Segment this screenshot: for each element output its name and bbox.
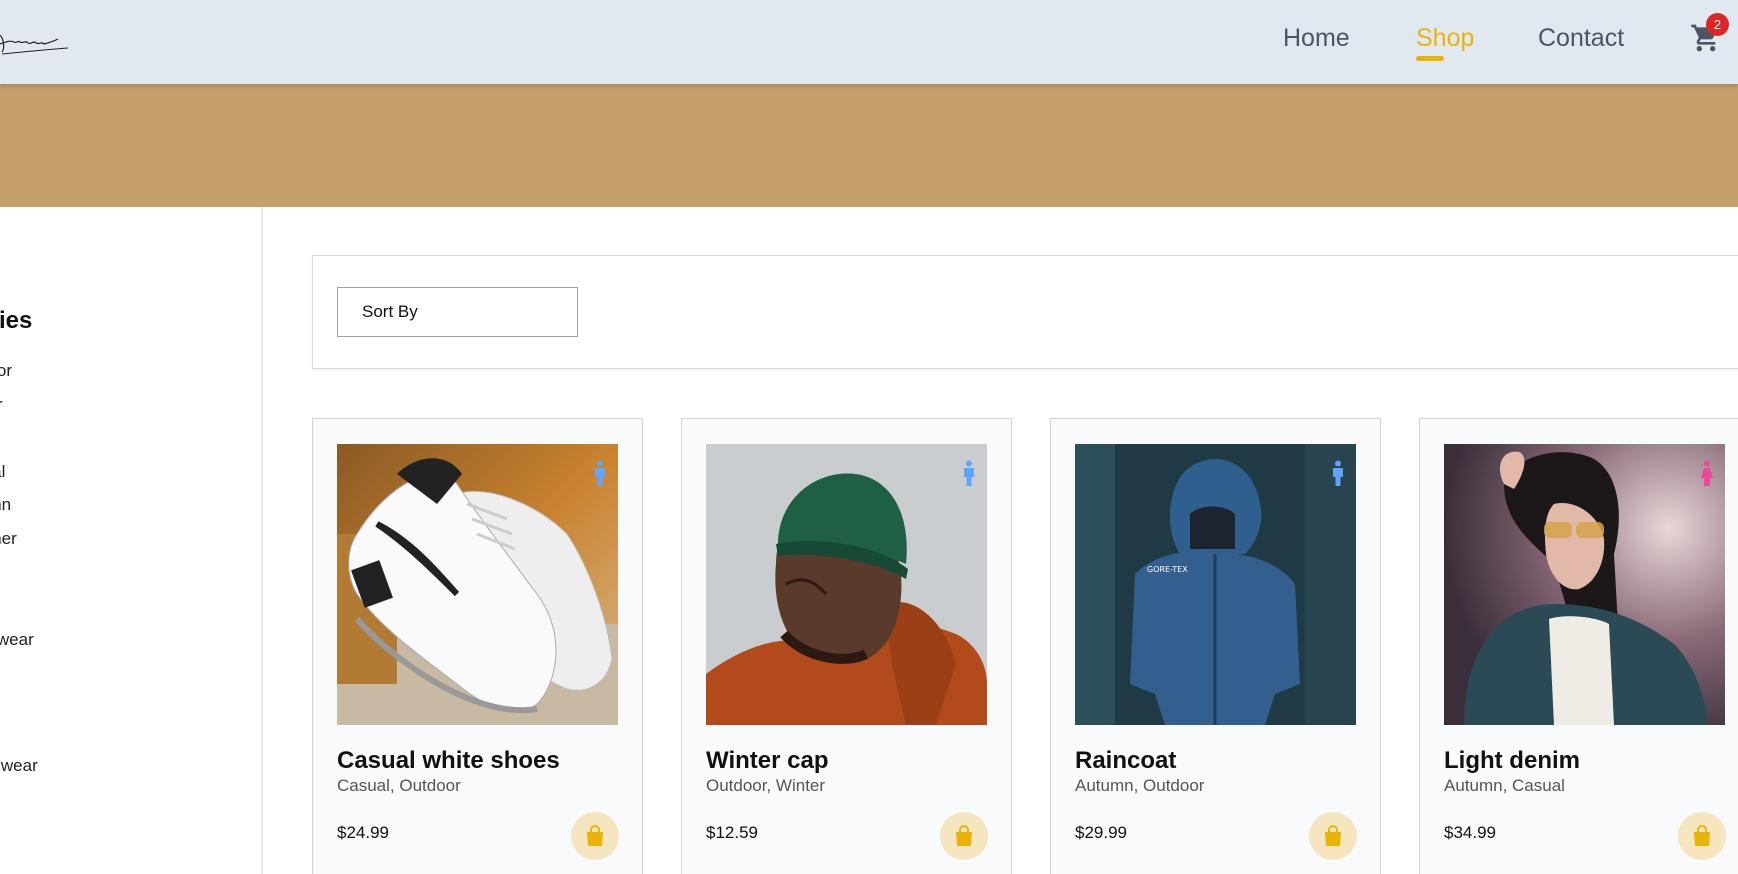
sort-by-select[interactable]: Sort By — [337, 287, 578, 337]
category-item[interactable]: ual — [0, 421, 34, 455]
product-tags: Outdoor, Winter — [706, 776, 826, 795]
product-image-woman-denim-jacket[interactable] — [1444, 444, 1725, 725]
shopping-bag-icon — [1694, 825, 1710, 846]
category-item[interactable]: ter — [0, 556, 34, 590]
product-card[interactable]: Casual white shoes Casual, Outdoor $24.9… — [312, 418, 643, 874]
category-item[interactable]: door — [0, 354, 34, 388]
brand-list: ndwear so er er — [0, 749, 38, 874]
shop-page: Home Shop Contact 2 ories door oor ual m… — [0, 0, 1738, 874]
add-to-cart-button[interactable] — [1678, 812, 1726, 860]
shopping-bag-icon — [1325, 825, 1341, 846]
brand-item[interactable]: ndwear — [0, 749, 38, 783]
product-name[interactable]: Casual white shoes — [337, 747, 560, 775]
nav-home[interactable]: Home — [1283, 24, 1350, 53]
hero-banner — [0, 84, 1738, 207]
add-to-cart-button[interactable] — [571, 812, 619, 860]
product-price: $24.99 — [337, 823, 389, 842]
brand-item[interactable]: er — [0, 816, 38, 850]
active-nav-indicator — [1416, 56, 1444, 61]
nav-contact[interactable]: Contact — [1538, 24, 1624, 53]
category-item[interactable]: rtswear — [0, 623, 34, 657]
add-to-cart-button[interactable] — [940, 812, 988, 860]
categories-heading: ories — [0, 307, 33, 334]
cart-count-badge: 2 — [1706, 13, 1729, 36]
product-name[interactable]: Raincoat — [1075, 747, 1176, 775]
category-item[interactable]: mal — [0, 455, 34, 489]
product-card[interactable]: GORE-TEX Raincoat Autumn, Outdoor $29.99 — [1050, 418, 1381, 874]
category-item[interactable]: oor — [0, 388, 34, 422]
nav-shop[interactable]: Shop — [1416, 24, 1474, 53]
shopping-bag-icon — [587, 825, 603, 846]
male-icon — [964, 460, 974, 486]
female-icon — [1701, 460, 1713, 486]
product-price: $34.99 — [1444, 823, 1496, 842]
category-item[interactable]: umn — [0, 488, 34, 522]
category-item[interactable]: nmer — [0, 522, 34, 556]
add-to-cart-button[interactable] — [1309, 812, 1357, 860]
product-price: $12.59 — [706, 823, 758, 842]
male-icon — [1333, 460, 1343, 486]
product-image-white-sneakers[interactable] — [337, 444, 618, 725]
brand-logo[interactable] — [0, 22, 72, 60]
male-icon — [595, 460, 605, 486]
product-price: $29.99 — [1075, 823, 1127, 842]
shopping-bag-icon — [956, 825, 972, 846]
category-item[interactable]: ing — [0, 589, 34, 623]
product-card[interactable]: Light denim Autumn, Casual $34.99 — [1419, 418, 1738, 874]
filter-sidebar: ories door oor ual mal umn nmer ter ing … — [0, 207, 263, 874]
svg-text:GORE-TEX: GORE-TEX — [1147, 565, 1188, 574]
product-tags: Casual, Outdoor — [337, 776, 461, 795]
product-name[interactable]: Light denim — [1444, 747, 1580, 775]
product-name[interactable]: Winter cap — [706, 747, 828, 775]
product-image-blue-raincoat[interactable]: GORE-TEX — [1075, 444, 1356, 725]
product-image-man-green-beanie[interactable] — [706, 444, 987, 725]
product-card[interactable]: Winter cap Outdoor, Winter $12.59 — [681, 418, 1012, 874]
sort-panel: Sort By — [312, 255, 1738, 369]
brand-item[interactable]: er — [0, 850, 38, 874]
product-tags: Autumn, Casual — [1444, 776, 1565, 795]
brand-item[interactable]: so — [0, 783, 38, 817]
category-list: door oor ual mal umn nmer ter ing rtswea… — [0, 354, 34, 656]
top-navbar: Home Shop Contact 2 — [0, 0, 1738, 84]
product-tags: Autumn, Outdoor — [1075, 776, 1205, 795]
